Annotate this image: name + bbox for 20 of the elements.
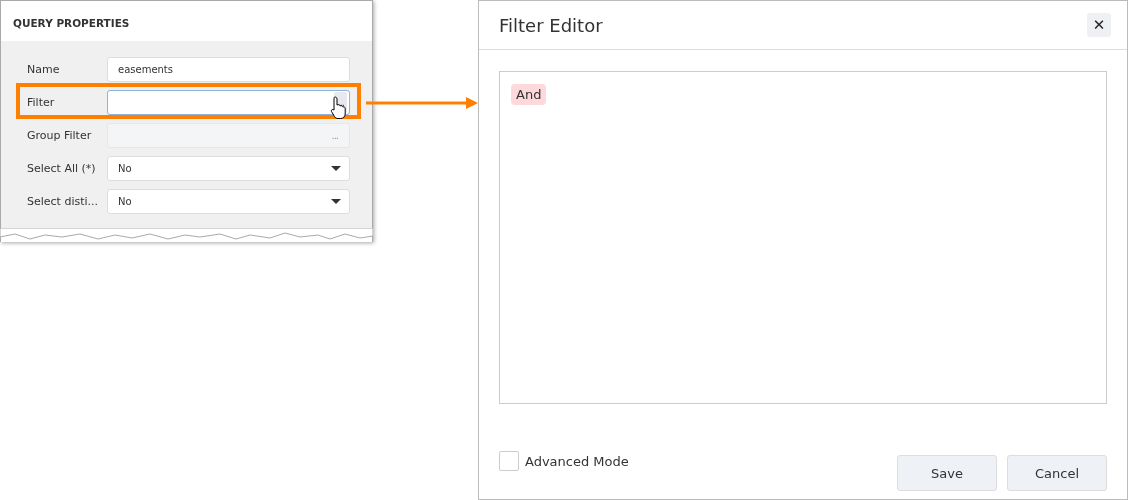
caret-icon [331,199,341,204]
dropdown-field[interactable]: No [107,189,350,214]
group-operator-tag[interactable]: And [511,84,547,105]
checkbox-label: Advanced Mode [525,453,629,469]
checkbox[interactable] [499,451,519,471]
close-button[interactable]: ✕ [1087,13,1111,37]
caret-icon [331,166,341,171]
dialog-button[interactable]: Save [897,455,997,491]
panel-title: QUERY PROPERTIES [12,16,131,31]
dialog-button[interactable]: Cancel [1007,455,1107,491]
button-edit-field[interactable]: ... [107,90,350,115]
field-label: Name [27,63,61,76]
field-label: Select All (*) [27,162,97,175]
dropdown-field[interactable]: No [107,156,350,181]
field-label: Filter [27,96,56,109]
field-label: Group Filter [27,129,93,142]
field-label: Select disti... [27,195,100,208]
dialog-title: Filter Editor [499,14,603,36]
text-field[interactable]: easements [107,57,350,82]
hand-cursor-icon [330,96,348,120]
